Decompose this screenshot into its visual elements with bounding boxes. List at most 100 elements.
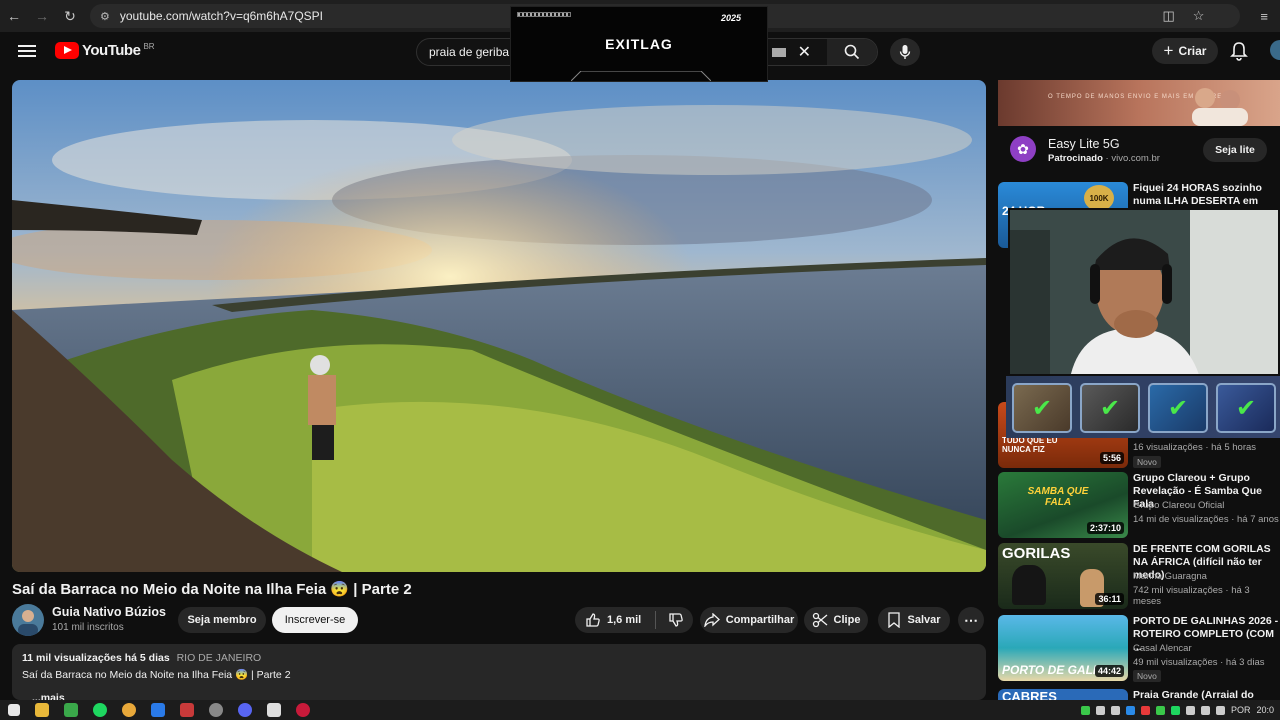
youtube-logo[interactable]: YouTube BR (55, 42, 155, 59)
ad-info: ✿ Easy Lite 5G Patrocinado · vivo.com.br… (998, 130, 1280, 170)
exitlag-overlay: 2025 EXITLAG (510, 6, 768, 82)
voice-search-button[interactable] (890, 38, 920, 66)
xbox-icon[interactable] (64, 703, 78, 717)
recommendation-item[interactable]: SAMBA QUE FALA 2:37:10 Grupo Clareou + G… (998, 472, 1280, 538)
volume-icon[interactable] (1215, 705, 1225, 715)
share-button[interactable]: Compartilhar (700, 607, 798, 633)
location-tag[interactable]: RIO DE JANEIRO (177, 652, 262, 664)
webcam-overlay (1008, 208, 1280, 376)
achievement-tile: ✔ (1216, 383, 1276, 433)
achievement-tile: ✔ (1012, 383, 1072, 433)
recommendation-item[interactable]: CABRES Praia Grande (Arraial do Cabo) (998, 689, 1280, 700)
clip-button[interactable]: Clipe (804, 607, 868, 633)
subscribe-button[interactable]: Inscrever-se (272, 607, 358, 633)
channel-avatar-image (18, 610, 38, 636)
windows-start-icon[interactable] (8, 704, 20, 716)
video-duration: 36:11 (1095, 593, 1124, 605)
opera-icon[interactable] (296, 703, 310, 717)
hamburger-menu-icon[interactable] (18, 42, 36, 60)
video-title: Saí da Barraca no Meio da Noite na Ilha … (12, 581, 412, 598)
search-button[interactable] (827, 39, 877, 65)
tray-app-icon[interactable] (1080, 705, 1090, 715)
ad-title[interactable]: Easy Lite 5G (1048, 137, 1120, 151)
recommendation-channel[interactable]: Marina Guaragna (1133, 571, 1207, 582)
like-divider (655, 611, 657, 629)
channel-name[interactable]: Guia Nativo Búzios (52, 605, 166, 619)
recommendation-thumbnail[interactable]: PORTO DE GALI 44:42 (998, 615, 1128, 681)
gorilla-shape (1012, 565, 1046, 605)
bookmark-star-icon[interactable]: ☆ (1193, 8, 1205, 24)
vivo-logo-icon[interactable]: ✿ (1010, 136, 1036, 162)
back-arrow-icon[interactable]: ← (0, 0, 28, 32)
recommendation-views: 49 mil visualizações · há 3 dias (1133, 657, 1265, 668)
save-button[interactable]: Salvar (878, 607, 950, 633)
thumbnail-text: PORTO DE GALI (1002, 663, 1097, 677)
discord-icon[interactable] (238, 703, 252, 717)
recommendation-item[interactable]: PORTO DE GALI 44:42 PORTO DE GALINHAS 20… (998, 615, 1280, 682)
ad-banner-people (1192, 88, 1248, 126)
tray-app-icon[interactable] (1140, 705, 1150, 715)
recommendation-thumbnail[interactable]: GORILAS 36:11 (998, 543, 1128, 609)
video-player[interactable] (12, 80, 986, 572)
recommendation-thumbnail[interactable]: CABRES (998, 689, 1128, 700)
youtube-play-icon (55, 42, 79, 59)
obs-icon[interactable] (209, 703, 223, 717)
file-explorer-icon[interactable] (35, 703, 49, 717)
recommendation-views: 16 visualizações · há 5 horas (1133, 442, 1257, 453)
share-label: Compartilhar (725, 614, 795, 626)
reload-icon[interactable]: ↻ (56, 0, 84, 32)
forward-arrow-icon[interactable]: → (28, 0, 56, 32)
ad-domain: vivo.com.br (1111, 153, 1160, 164)
wifi-icon[interactable] (1200, 705, 1210, 715)
recommendation-channel[interactable]: Casal Alencar (1133, 643, 1192, 654)
cast-icon[interactable]: ◫ (1162, 8, 1174, 24)
create-button[interactable]: + Criar (1152, 38, 1218, 64)
checkmark-icon: ✔ (1031, 394, 1053, 422)
thumbs-up-icon (586, 613, 600, 627)
tray-app-icon[interactable] (1170, 705, 1180, 715)
app-icon[interactable] (267, 703, 281, 717)
search-icon (844, 44, 860, 60)
recommendation-title[interactable]: Praia Grande (Arraial do Cabo) (1133, 689, 1280, 700)
recommendation-item[interactable]: GORILAS 36:11 DE FRENTE COM GORILAS NA Á… (998, 543, 1280, 609)
spotify-icon[interactable] (93, 703, 107, 717)
windows-taskbar: POR 20:0 (0, 700, 1280, 720)
reading-list-icon[interactable]: ≡ (1260, 9, 1268, 24)
thumbnail-text: TUDO QUE EU NUNCA FIZ (1002, 436, 1058, 454)
ad-banner-image[interactable]: O TEMPO DE MANOS ENVIO E MAIS EM ENTREGA (998, 80, 1280, 126)
tray-app-icon[interactable] (1095, 705, 1105, 715)
join-button[interactable]: Seja membro (178, 607, 266, 633)
tray-app-icon[interactable] (1110, 705, 1120, 715)
recommendation-views: 742 mil visualizações · há 3 meses (1133, 585, 1250, 607)
subscriber-count: 101 mil inscritos (52, 622, 124, 633)
account-avatar[interactable] (1270, 40, 1280, 60)
plus-icon: + (1163, 41, 1174, 60)
vscode-icon[interactable] (151, 703, 165, 717)
site-settings-icon[interactable]: ⚙ (100, 10, 110, 23)
share-arrow-icon (703, 613, 720, 627)
like-button[interactable]: 1,6 mil (585, 612, 641, 628)
tray-app-icon[interactable] (1155, 705, 1165, 715)
notifications-bell-icon[interactable] (1230, 41, 1248, 61)
news-app-icon[interactable] (180, 703, 194, 717)
chrome-icon[interactable] (122, 703, 136, 717)
tray-app-icon[interactable] (1185, 705, 1195, 715)
channel-avatar[interactable] (12, 604, 44, 636)
region-code: BR (143, 42, 155, 51)
thumbs-down-icon[interactable] (668, 612, 684, 628)
recommendation-channel[interactable]: Grupo Clareou Oficial (1133, 500, 1224, 511)
thumbnail-text: GORILAS (1002, 545, 1071, 562)
more-actions-icon[interactable]: ⋯ (958, 607, 984, 633)
clock[interactable]: 20:0 (1256, 705, 1274, 715)
tray-app-icon[interactable] (1125, 705, 1135, 715)
microphone-icon (899, 45, 911, 59)
achievement-overlay: ✔ ✔ ✔ ✔ (1006, 376, 1280, 438)
video-duration: 44:42 (1094, 665, 1124, 677)
recommendation-thumbnail[interactable]: SAMBA QUE FALA 2:37:10 (998, 472, 1128, 538)
description-box[interactable]: 11 mil visualizações há 5 dias RIO DE JA… (12, 644, 986, 704)
keyboard-icon[interactable] (771, 47, 786, 57)
ad-cta-button[interactable]: Seja lite (1203, 138, 1267, 162)
save-playlist-icon (888, 612, 901, 628)
clear-search-icon[interactable]: ✕ (798, 42, 811, 62)
language-indicator[interactable]: POR (1231, 705, 1251, 715)
